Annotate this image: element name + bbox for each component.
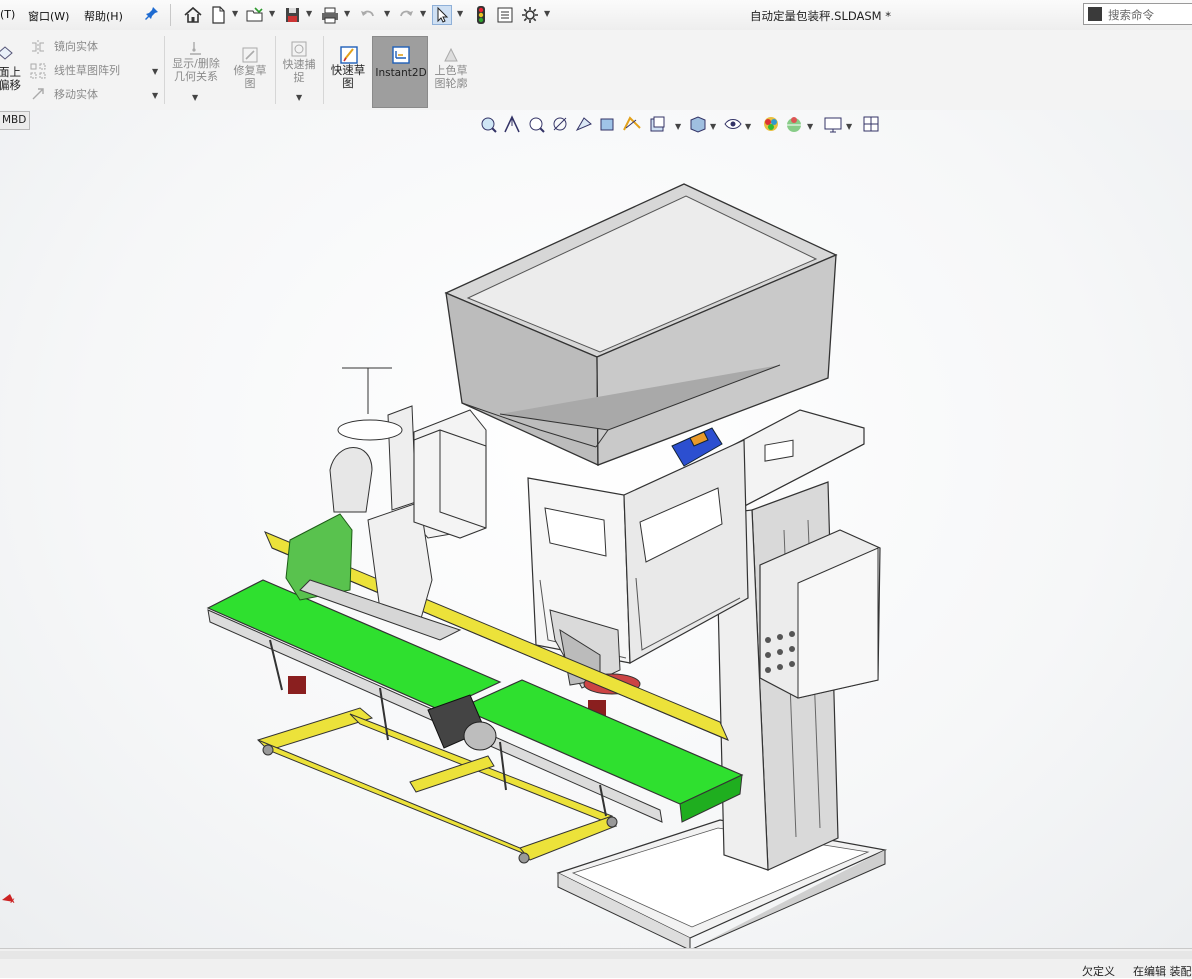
relations-dropdown-icon[interactable]: ▼	[192, 93, 198, 102]
search-input[interactable]: 搜索命令	[1083, 3, 1192, 25]
command-manager: 面上偏移 镜向实体 线性草图阵列 ▼ 移动实体 ▼ 显示/删除几何关系 ▼ 修复…	[0, 30, 1192, 111]
select-icon[interactable]	[432, 5, 452, 25]
new-dropdown-icon[interactable]: ▼	[232, 9, 238, 18]
save-dropdown-icon[interactable]: ▼	[306, 9, 312, 18]
mirror-entities-icon[interactable]	[30, 39, 48, 57]
linear-pattern-label[interactable]: 线性草图阵列	[54, 64, 120, 77]
print-icon[interactable]	[320, 5, 340, 25]
new-document-icon[interactable]	[208, 5, 228, 25]
instant2d-label: Instant2D	[375, 67, 427, 79]
open-icon[interactable]	[245, 5, 265, 25]
quick-snaps-label[interactable]: 快速捕捉	[279, 58, 319, 84]
toolbar-separator	[170, 4, 171, 26]
file-properties-icon[interactable]	[495, 5, 515, 25]
relations-label[interactable]: 显示/删除几何关系	[170, 57, 222, 83]
repair-sketch-label[interactable]: 修复草图	[230, 64, 270, 90]
ribbon-separator	[275, 36, 276, 104]
shaded-sketch-contours-icon[interactable]	[442, 46, 460, 64]
instant2d-icon	[392, 46, 410, 64]
ribbon-separator	[164, 36, 165, 104]
pin-icon[interactable]	[144, 5, 164, 25]
assembly-model[interactable]: x	[0, 110, 1192, 948]
offset-surface-icon[interactable]	[0, 44, 14, 62]
move-entities-dropdown-icon[interactable]: ▼	[152, 91, 158, 100]
rapid-sketch-icon[interactable]	[339, 45, 358, 64]
repair-sketch-icon[interactable]	[241, 46, 259, 64]
sewing-control-box[interactable]	[413, 429, 487, 539]
print-dropdown-icon[interactable]: ▼	[344, 9, 350, 18]
undo-icon[interactable]	[358, 5, 378, 25]
move-entities-icon[interactable]	[30, 86, 48, 104]
document-title: 自动定量包装秤.SLDASM *	[750, 9, 892, 23]
command-prompt-icon	[1088, 7, 1102, 21]
status-bar: 欠定义 在编辑 装配	[0, 948, 1192, 978]
options-dropdown-icon[interactable]: ▼	[544, 9, 550, 18]
shaded-sketch-contours-label[interactable]: 上色草图轮廓	[431, 64, 471, 90]
undo-dropdown-icon[interactable]: ▼	[384, 9, 390, 18]
redo-dropdown-icon[interactable]: ▼	[420, 9, 426, 18]
offset-surface-label[interactable]: 面上偏移	[0, 66, 22, 92]
menu-help[interactable]: 帮助(H)	[84, 8, 123, 24]
origin-triad: x	[2, 894, 15, 905]
select-dropdown-icon[interactable]: ▼	[457, 9, 463, 18]
menu-tools[interactable]: (T)	[0, 8, 15, 21]
quick-snaps-dropdown-icon[interactable]: ▼	[296, 93, 302, 102]
open-dropdown-icon[interactable]: ▼	[269, 9, 275, 18]
redo-icon[interactable]	[396, 5, 416, 25]
linear-pattern-dropdown-icon[interactable]: ▼	[152, 67, 158, 76]
home-icon[interactable]	[183, 5, 203, 25]
rebuild-icon[interactable]	[471, 5, 491, 25]
search-placeholder: 搜索命令	[1108, 8, 1154, 22]
mirror-entities-label[interactable]: 镜向实体	[54, 40, 98, 53]
rapid-sketch-label[interactable]: 快速草图	[328, 64, 368, 90]
instant2d-button[interactable]: Instant2D	[372, 36, 428, 108]
ribbon-separator	[323, 36, 324, 104]
horizontal-scrollbar[interactable]	[0, 951, 1192, 959]
move-entities-label[interactable]: 移动实体	[54, 88, 98, 101]
relations-icon[interactable]	[186, 39, 204, 57]
linear-pattern-icon[interactable]	[30, 63, 48, 81]
svg-text:x: x	[10, 896, 15, 905]
options-icon[interactable]	[520, 5, 540, 25]
title-bar: (T) 窗口(W) 帮助(H) ▼ ▼ ▼ ▼ ▼ ▼ ▼ ▼ 自动定量包装秤.…	[0, 0, 1192, 31]
quick-snaps-icon[interactable]	[290, 40, 308, 58]
menu-window[interactable]: 窗口(W)	[28, 8, 69, 24]
save-icon[interactable]	[283, 5, 303, 25]
